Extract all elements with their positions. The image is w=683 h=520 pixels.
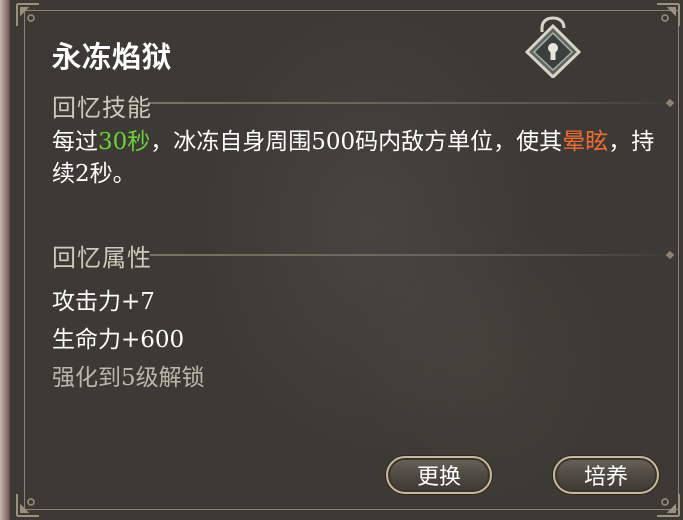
skill-section-heading: 回忆技能 <box>52 94 152 122</box>
unlock-icon[interactable] <box>524 16 582 80</box>
section-divider <box>150 102 673 104</box>
desc-effect-highlight: 晕眩 <box>562 129 609 155</box>
corner-ornament-icon <box>13 490 43 520</box>
desc-prefix: 每过 <box>52 129 98 155</box>
section-divider <box>150 254 673 256</box>
skill-description: 每过30秒，冰冻自身周围500码内敌方单位，使其晕眩，持续2秒。 <box>52 126 662 190</box>
memory-card-panel: 永冻焰狱 回忆技能 每过30秒，冰冻自身周围500码内敌方单位，使其晕眩，持续2… <box>10 0 683 520</box>
divider-end-icon <box>665 98 675 108</box>
desc-time-highlight: 30秒 <box>98 129 151 155</box>
replace-button[interactable]: 更换 <box>386 456 492 494</box>
attr-section-heading: 回忆属性 <box>52 244 152 272</box>
stat-health: 生命力+600 <box>52 327 185 353</box>
corner-ornament-icon <box>653 490 683 520</box>
corner-ornament-icon <box>13 0 43 30</box>
corner-ornament-icon <box>653 0 683 30</box>
upgrade-button[interactable]: 培养 <box>553 456 659 494</box>
card-title: 永冻焰狱 <box>52 40 173 74</box>
divider-end-icon <box>665 250 675 260</box>
desc-middle: ，冰冻自身周围500码内敌方单位，使其 <box>150 129 563 155</box>
locked-attribute-hint: 强化到5级解锁 <box>52 365 205 391</box>
stat-attack: 攻击力+7 <box>52 289 155 315</box>
